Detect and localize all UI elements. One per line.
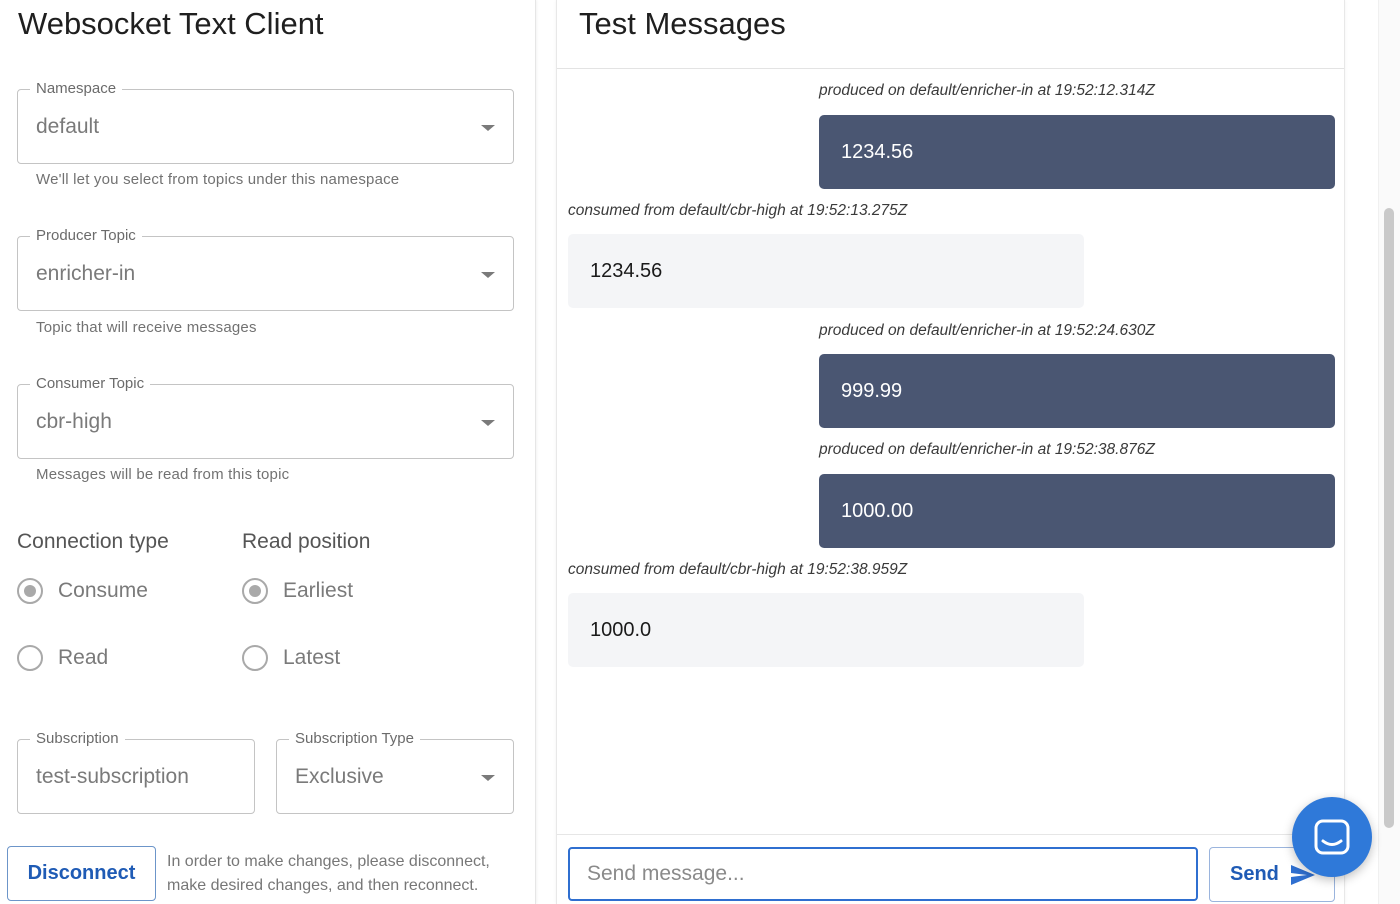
consumer-topic-legend: Consumer Topic [30, 375, 151, 393]
namespace-legend: Namespace [30, 80, 123, 98]
scrollbar-thumb[interactable] [1384, 208, 1394, 828]
message-list: produced on default/enricher-in at 19:52… [557, 69, 1344, 834]
namespace-helper: We'll let you select from topics under t… [36, 171, 400, 188]
message-meta: consumed from default/cbr-high at 19:52:… [568, 561, 908, 578]
namespace-value: default [36, 114, 100, 138]
producer-topic-select[interactable]: Producer Topic enricher-in [17, 227, 514, 311]
settings-panel: Websocket Text Client Namespace default … [0, 0, 536, 904]
caret-down-icon [481, 271, 495, 278]
send-label: Send [1230, 863, 1279, 885]
message-meta: produced on default/enricher-in at 19:52… [819, 441, 1155, 458]
subscription-legend: Subscription [30, 730, 125, 748]
producer-topic-value: enricher-in [36, 261, 136, 285]
radio-label: Latest [283, 646, 341, 669]
radio-unchecked-icon [242, 645, 268, 671]
messages-panel: Test Messages produced on default/enrich… [556, 0, 1345, 904]
consumer-topic-select[interactable]: Consumer Topic cbr-high [17, 375, 514, 459]
consumer-topic-value: cbr-high [36, 409, 112, 433]
reconnect-note: In order to make changes, please disconn… [167, 853, 490, 894]
radio-consume[interactable]: Consume [17, 578, 148, 604]
radio-read[interactable]: Read [17, 645, 108, 671]
subscription-value: test-subscription [36, 764, 189, 788]
disconnect-button[interactable]: Disconnect [7, 846, 156, 901]
caret-down-icon [481, 419, 495, 426]
messages-title: Test Messages [579, 6, 786, 41]
subscription-type-select[interactable]: Subscription Type Exclusive [276, 730, 514, 814]
composer: Send [557, 834, 1344, 904]
producer-topic-helper: Topic that will receive messages [36, 319, 257, 336]
scrollbar[interactable] [1378, 0, 1400, 904]
chat-icon [1314, 819, 1350, 855]
produced-message: 999.99 [819, 354, 1335, 428]
namespace-select[interactable]: Namespace default [17, 80, 514, 164]
caret-down-icon [481, 124, 495, 131]
produced-message: 1000.00 [819, 474, 1335, 548]
radio-checked-icon [17, 578, 43, 604]
message-meta: produced on default/enricher-in at 19:52… [819, 82, 1155, 99]
radio-unchecked-icon [17, 645, 43, 671]
producer-topic-legend: Producer Topic [30, 227, 142, 245]
chat-launcher-button[interactable] [1292, 797, 1372, 877]
consumed-message: 1234.56 [568, 234, 1084, 308]
radio-label: Read [58, 646, 109, 669]
message-meta: consumed from default/cbr-high at 19:52:… [568, 202, 908, 219]
subscription-type-value: Exclusive [295, 764, 384, 788]
message-input[interactable] [568, 847, 1198, 901]
app-title: Websocket Text Client [18, 6, 324, 41]
subscription-type-legend: Subscription Type [289, 730, 420, 748]
consumer-topic-helper: Messages will be read from this topic [36, 466, 290, 483]
produced-message: 1234.56 [819, 115, 1335, 189]
radio-checked-icon [242, 578, 268, 604]
subscription-input[interactable]: Subscription test-subscription [17, 730, 255, 814]
radio-latest[interactable]: Latest [242, 645, 340, 671]
read-position-label: Read position [242, 530, 371, 553]
radio-earliest[interactable]: Earliest [242, 578, 353, 604]
connection-type-label: Connection type [17, 530, 169, 553]
caret-down-icon [481, 774, 495, 781]
radio-label: Earliest [283, 579, 354, 602]
radio-label: Consume [58, 579, 148, 602]
message-meta: produced on default/enricher-in at 19:52… [819, 322, 1155, 339]
consumed-message: 1000.0 [568, 593, 1084, 667]
